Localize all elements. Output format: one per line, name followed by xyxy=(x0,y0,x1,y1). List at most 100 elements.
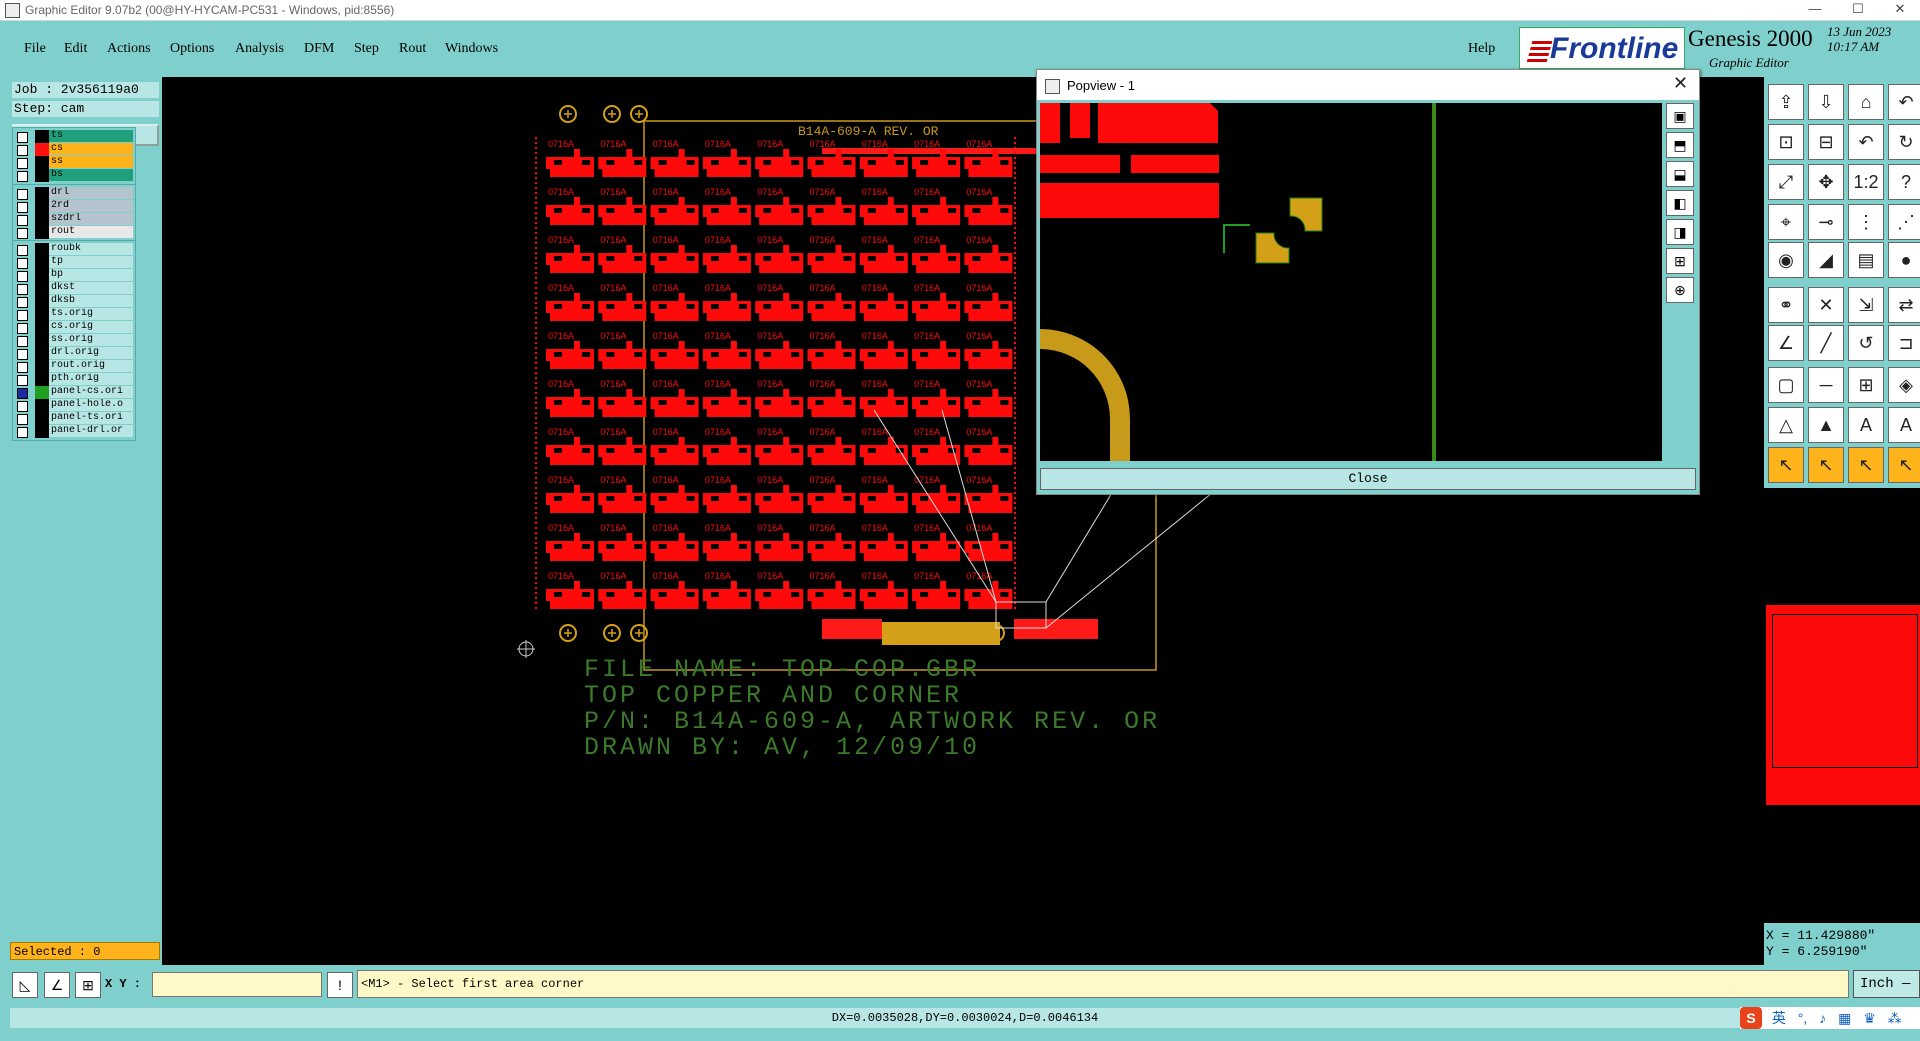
layer-row-dksb[interactable]: dksb xyxy=(13,295,135,308)
layer-row-drl[interactable]: drl xyxy=(13,187,135,200)
layer-row-panel-ts-ori[interactable]: panel-ts.ori xyxy=(13,412,135,425)
menu-windows[interactable]: Windows xyxy=(445,41,498,57)
layer-row-ts[interactable]: ts xyxy=(13,130,135,143)
select-net-icon[interactable]: ↖ xyxy=(1888,447,1920,483)
layer-checkbox[interactable] xyxy=(17,414,28,425)
layer-color-swatch[interactable] xyxy=(35,321,49,334)
grid-icon[interactable]: ⊞ xyxy=(75,972,101,998)
layer-name[interactable]: ts.orig xyxy=(49,308,133,320)
arc-icon[interactable]: ↺ xyxy=(1848,325,1884,361)
move-icon[interactable]: ⇲ xyxy=(1848,287,1884,323)
layer-row-bs[interactable]: bs xyxy=(13,169,135,182)
layer-checkbox[interactable] xyxy=(17,158,28,169)
pv-zoom-in-icon[interactable]: ⬒ xyxy=(1666,132,1694,158)
layer-color-swatch[interactable] xyxy=(35,334,49,347)
layer-color-swatch[interactable] xyxy=(35,243,49,256)
layer-color-swatch[interactable] xyxy=(35,295,49,308)
layer-checkbox[interactable] xyxy=(17,171,28,182)
layer-name[interactable]: rout xyxy=(49,226,133,238)
layer-checkbox[interactable] xyxy=(17,189,28,200)
undo-icon[interactable]: ↶ xyxy=(1888,84,1920,120)
layer-name[interactable]: drl xyxy=(49,187,133,199)
ime-shirt-icon[interactable]: ♛ xyxy=(1863,1010,1876,1026)
close-window-button[interactable]: ✕ xyxy=(1880,1,1920,19)
layer-checkbox[interactable] xyxy=(17,362,28,373)
menu-help[interactable]: Help xyxy=(1468,41,1495,57)
layer-color-swatch[interactable] xyxy=(35,282,49,295)
shapes-icon[interactable]: ◈ xyxy=(1888,367,1920,403)
layer-row-pth-orig[interactable]: pth.orig xyxy=(13,373,135,386)
pv-zoom-fwd-icon[interactable]: ◨ xyxy=(1666,219,1694,245)
layer-name[interactable]: roubk xyxy=(49,243,133,255)
popview-close-button[interactable]: Close xyxy=(1040,468,1696,490)
layer-color-swatch[interactable] xyxy=(35,373,49,386)
triangle2-icon[interactable]: ▲ xyxy=(1808,407,1844,443)
menu-dfm[interactable]: DFM xyxy=(304,41,334,57)
select-touch-icon[interactable]: ↖ xyxy=(1808,447,1844,483)
layer-name[interactable]: cs.orig xyxy=(49,321,133,333)
layer-name[interactable]: tp xyxy=(49,256,133,268)
layer-row-ss-orig[interactable]: ss.orig xyxy=(13,334,135,347)
select-icon[interactable]: ↖ xyxy=(1768,447,1804,483)
triangle-icon[interactable]: △ xyxy=(1768,407,1804,443)
layer-color-swatch[interactable] xyxy=(35,360,49,373)
layer-checkbox[interactable] xyxy=(17,228,28,239)
layer-name[interactable]: panel-drl.or xyxy=(49,425,133,437)
layer-color-swatch[interactable] xyxy=(35,347,49,360)
connect-icon[interactable]: ⚭ xyxy=(1768,287,1804,323)
layer-color-swatch[interactable] xyxy=(35,187,49,200)
zoom-in-icon[interactable]: ⊡ xyxy=(1768,124,1804,160)
angle-line-icon[interactable]: ∠ xyxy=(1768,325,1804,361)
overview-view-box[interactable] xyxy=(1772,614,1918,768)
query-icon[interactable]: ? xyxy=(1888,164,1920,200)
zoom-out-icon[interactable]: ⊟ xyxy=(1808,124,1844,160)
layer-row-panel-hole-o[interactable]: panel-hole.o xyxy=(13,399,135,412)
layer-row-2rd[interactable]: 2rd xyxy=(13,200,135,213)
snap-icon[interactable]: ◺ xyxy=(12,972,38,998)
layer-checkbox[interactable] xyxy=(17,215,28,226)
layer-name[interactable]: 2rd xyxy=(49,200,133,212)
zoom-back-icon[interactable]: ↶ xyxy=(1848,124,1884,160)
layer-color-swatch[interactable] xyxy=(35,256,49,269)
layer-checkbox[interactable] xyxy=(17,297,28,308)
ime-language[interactable]: 英 xyxy=(1772,1010,1786,1026)
resize-icon[interactable]: ▢ xyxy=(1768,367,1804,403)
info-button[interactable]: ! xyxy=(327,972,353,998)
layer-name[interactable]: dksb xyxy=(49,295,133,307)
layer-row-ss[interactable]: ss xyxy=(13,156,135,169)
layer-name[interactable]: bp xyxy=(49,269,133,281)
layer-color-swatch[interactable] xyxy=(35,425,49,438)
copy-icon[interactable]: ⇄ xyxy=(1888,287,1920,323)
layer-name[interactable]: ts xyxy=(49,130,133,142)
layer-color-swatch[interactable] xyxy=(35,169,49,182)
zoom-fit-icon[interactable]: ⤢ xyxy=(1768,164,1804,200)
layer-color-swatch[interactable] xyxy=(35,200,49,213)
layer-checkbox[interactable] xyxy=(17,271,28,282)
scale-1-2-icon[interactable]: 1:2 xyxy=(1848,164,1884,200)
menu-edit[interactable]: Edit xyxy=(64,41,87,57)
layer-name[interactable]: panel-cs.ori xyxy=(49,386,133,398)
drill-icon[interactable]: ⊞ xyxy=(1848,367,1884,403)
layer-checkbox[interactable] xyxy=(17,284,28,295)
unit-selector[interactable]: Inch — xyxy=(1853,970,1920,998)
layer-checkbox[interactable] xyxy=(17,427,28,438)
ime-mic-icon[interactable]: ♪ xyxy=(1819,1010,1826,1026)
measure-icon[interactable]: ⌖ xyxy=(1768,204,1804,240)
home-icon[interactable]: ⌂ xyxy=(1848,84,1884,120)
redraw-icon[interactable]: ↻ xyxy=(1888,124,1920,160)
layer-row-cs-orig[interactable]: cs.orig xyxy=(13,321,135,334)
layer-row-roubk[interactable]: roubk xyxy=(13,243,135,256)
layer-row-ts-orig[interactable]: ts.orig xyxy=(13,308,135,321)
layer-row-drl-orig[interactable]: drl.orig xyxy=(13,347,135,360)
layer-color-swatch[interactable] xyxy=(35,226,49,239)
layer-checkbox[interactable] xyxy=(17,349,28,360)
angle-icon[interactable]: ∠ xyxy=(44,972,70,998)
select-area-icon[interactable]: ↖ xyxy=(1848,447,1884,483)
layer-name[interactable]: pth.orig xyxy=(49,373,133,385)
pad-add-icon[interactable]: ◉ xyxy=(1768,242,1804,278)
layer-color-swatch[interactable] xyxy=(35,156,49,169)
pv-zoom-out-icon[interactable]: ⬓ xyxy=(1666,161,1694,187)
layer-checkbox[interactable] xyxy=(17,145,28,156)
trace-icon[interactable]: ─ xyxy=(1808,367,1844,403)
layer-checkbox[interactable] xyxy=(17,388,28,399)
